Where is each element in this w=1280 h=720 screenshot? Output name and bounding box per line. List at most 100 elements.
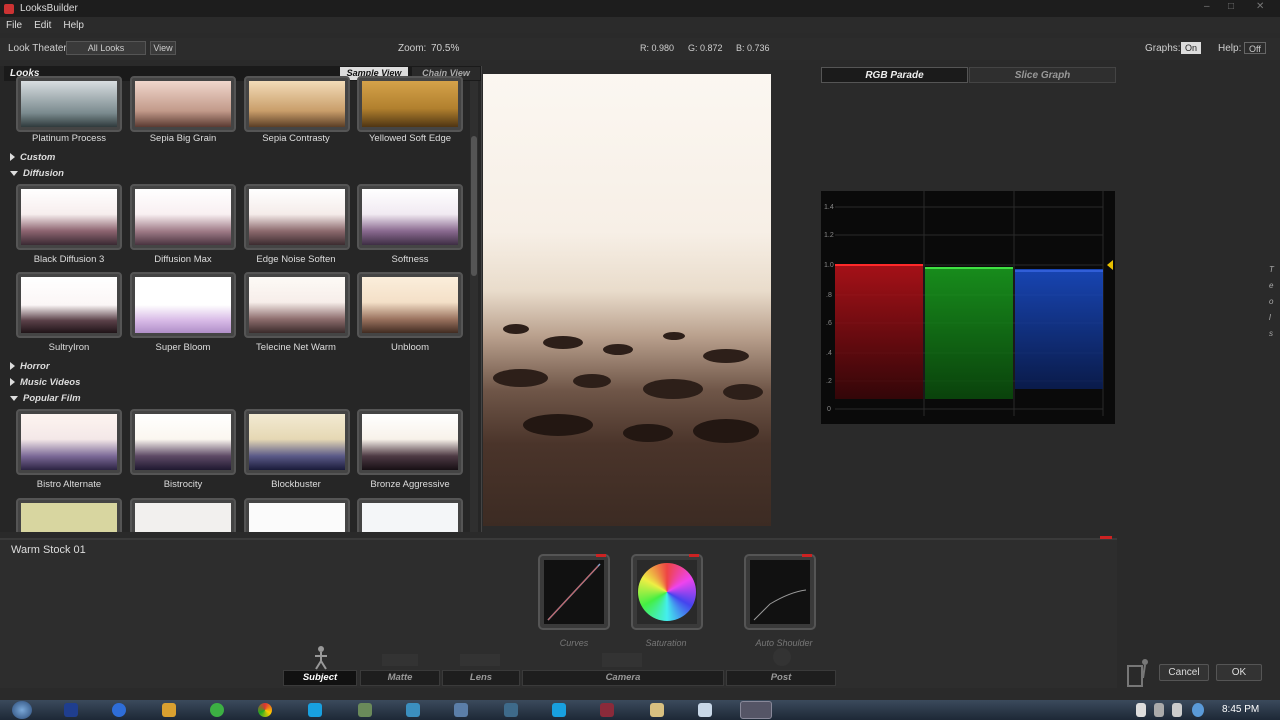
volume-icon[interactable] <box>1172 703 1182 717</box>
node-auto-shoulder[interactable] <box>744 554 816 630</box>
lens-icon[interactable] <box>458 648 502 668</box>
maximize-button[interactable]: □ <box>1228 1 1234 12</box>
expand-icon <box>10 362 15 371</box>
look-label: Softness <box>391 254 429 265</box>
taskbar: 8:45 PM <box>0 700 1280 720</box>
browser-icon[interactable] <box>112 703 126 717</box>
look-thumb[interactable] <box>357 184 463 250</box>
level-marker-icon[interactable] <box>1107 260 1113 270</box>
chrome-icon[interactable] <box>258 703 272 717</box>
look-thumb[interactable] <box>130 272 236 338</box>
graphs-toggle[interactable]: On <box>1181 42 1202 54</box>
app-icon[interactable] <box>504 703 518 717</box>
tab-subject[interactable]: Subject <box>283 670 357 686</box>
look-thumb[interactable] <box>357 76 463 132</box>
post-icon[interactable] <box>770 646 794 668</box>
matte-icon[interactable] <box>380 648 420 668</box>
category-custom[interactable]: Custom <box>10 152 55 163</box>
look-thumb[interactable] <box>244 184 350 250</box>
notepad-icon[interactable] <box>698 703 712 717</box>
preview-image[interactable] <box>483 74 771 526</box>
look-thumb[interactable] <box>16 184 122 250</box>
look-thumb[interactable] <box>244 409 350 475</box>
minimize-button[interactable]: – <box>1204 1 1210 12</box>
collapse-icon <box>10 395 18 401</box>
look-thumb[interactable] <box>130 76 236 132</box>
trash-icon[interactable] <box>1125 656 1151 688</box>
flag-icon[interactable] <box>1136 703 1146 717</box>
node-curves[interactable] <box>538 554 610 630</box>
node-label: Curves <box>559 638 589 648</box>
view-button[interactable]: View <box>150 41 176 55</box>
scrollbar-thumb[interactable] <box>471 136 477 276</box>
look-thumb[interactable] <box>357 272 463 338</box>
tab-lens[interactable]: Lens <box>442 670 520 686</box>
subject-icon[interactable] <box>310 644 332 670</box>
skype-icon[interactable] <box>308 703 322 717</box>
look-label: SultryIron <box>48 342 90 353</box>
look-thumb[interactable] <box>244 498 350 532</box>
category-diffusion[interactable]: Diffusion <box>10 168 64 179</box>
y-tick: 1.2 <box>824 232 834 239</box>
category-horror[interactable]: Horror <box>10 361 50 372</box>
tab-camera[interactable]: Camera <box>522 670 724 686</box>
category-popular-film[interactable]: Popular Film <box>10 393 81 404</box>
tab-matte[interactable]: Matte <box>360 670 440 686</box>
photoshop-icon[interactable] <box>64 703 78 717</box>
help-toggle[interactable]: Off <box>1244 42 1266 54</box>
skype-icon[interactable] <box>552 703 566 717</box>
look-label: Bronze Aggressive <box>370 479 450 490</box>
app-icon[interactable] <box>600 703 614 717</box>
camera-icon[interactable] <box>600 648 644 668</box>
spotify-icon[interactable] <box>210 703 224 717</box>
rgb-parade-graph: 1.4 1.2 1.0 .8 .6 .4 .2 0 <box>821 191 1115 424</box>
category-music-videos[interactable]: Music Videos <box>10 377 80 388</box>
start-button-icon[interactable] <box>12 701 32 719</box>
editor-icon[interactable] <box>406 703 420 717</box>
category-label: Horror <box>20 361 50 372</box>
folder-icon[interactable] <box>650 703 664 717</box>
g-readout: G: 0.872 <box>688 43 723 53</box>
look-thumb[interactable] <box>16 409 122 475</box>
y-tick: 0 <box>827 406 831 413</box>
look-theater-select[interactable]: All Looks <box>66 41 146 55</box>
tool-icon[interactable] <box>358 703 372 717</box>
look-thumb[interactable] <box>16 272 122 338</box>
media-player-icon[interactable] <box>162 703 176 717</box>
tray-app-icon[interactable] <box>1192 703 1204 717</box>
look-thumb[interactable] <box>244 272 350 338</box>
look-thumb[interactable] <box>130 409 236 475</box>
menu-file[interactable]: File <box>6 20 22 31</box>
app-icon[interactable] <box>454 703 468 717</box>
look-thumb[interactable] <box>357 409 463 475</box>
parade-svg: 1.4 1.2 1.0 .8 .6 .4 .2 0 <box>824 191 1113 416</box>
look-thumb[interactable] <box>130 498 236 532</box>
node-saturation[interactable] <box>631 554 703 630</box>
zoom-value: 70.5% <box>431 43 460 54</box>
tools-vertical-label[interactable]: Teols <box>1269 262 1277 342</box>
look-label: Platinum Process <box>32 133 106 144</box>
node-indicator <box>802 554 812 557</box>
look-thumb[interactable] <box>357 498 463 532</box>
y-tick: .4 <box>826 350 832 357</box>
ok-button[interactable]: OK <box>1216 664 1262 681</box>
network-icon[interactable] <box>1154 703 1164 717</box>
tab-slice-graph[interactable]: Slice Graph <box>969 67 1116 83</box>
look-thumb[interactable] <box>16 498 122 532</box>
look-thumb[interactable] <box>16 76 122 132</box>
y-tick: .8 <box>826 292 832 299</box>
looksbuilder-task-icon[interactable] <box>740 701 772 719</box>
look-thumb[interactable] <box>244 76 350 132</box>
expand-icon <box>10 378 15 387</box>
menu-edit[interactable]: Edit <box>34 20 51 31</box>
tab-post[interactable]: Post <box>726 670 836 686</box>
looks-scrollbar[interactable] <box>470 81 478 532</box>
tab-rgb-parade[interactable]: RGB Parade <box>821 67 968 83</box>
clock[interactable]: 8:45 PM <box>1222 704 1259 715</box>
look-label: Diffusion Max <box>154 254 212 265</box>
menu-help[interactable]: Help <box>63 20 84 31</box>
close-button[interactable]: ✕ <box>1256 1 1264 12</box>
toolbar: Look Theater: All Looks View Zoom: 70.5%… <box>0 38 1280 60</box>
cancel-button[interactable]: Cancel <box>1159 664 1209 681</box>
look-thumb[interactable] <box>130 184 236 250</box>
